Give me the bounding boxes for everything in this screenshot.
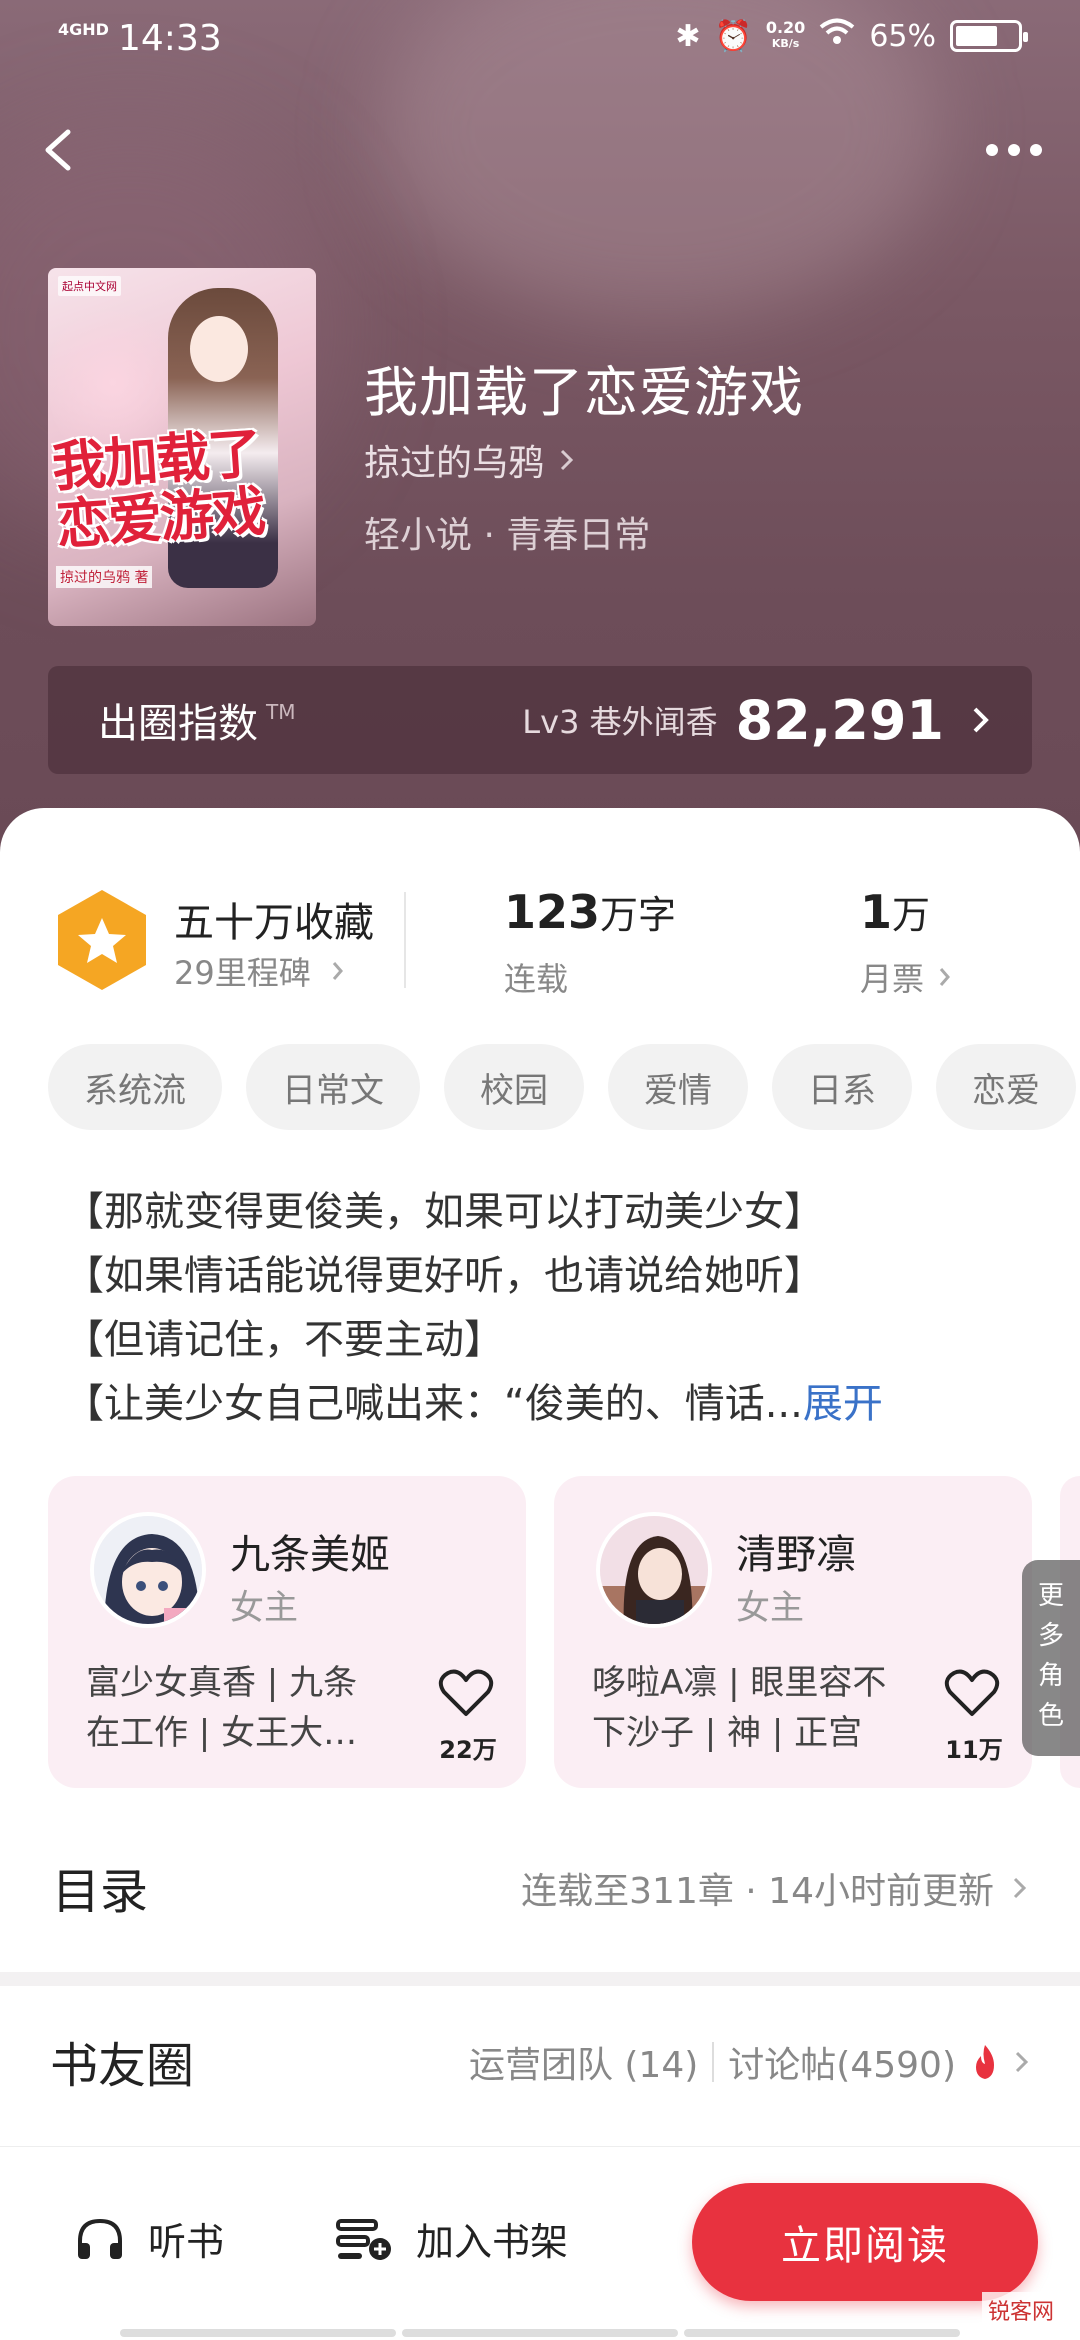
like-count: 11万 [945,1736,1003,1764]
character-role: 女主 [736,1588,804,1628]
tag-chip[interactable]: 校园 [444,1044,584,1130]
tag-chip[interactable]: 恋爱 [936,1044,1076,1130]
status-bar: 4GHD 14:33 ✱ ⏰ 0.20 KB/s 65% [0,0,1080,84]
operation-team-link[interactable]: 运营团队 (14) [469,2036,698,2088]
wifi-icon [819,18,855,54]
tag-chip[interactable]: 日常文 [246,1044,420,1130]
cover-author: 掠过的乌鸦 著 [56,566,153,588]
cover-title: 我加载了 恋爱游戏 [50,421,266,557]
book-friends-circle[interactable]: 书友圈 运营团队 (14) 讨论帖(4590) [0,1986,1080,2146]
trademark-mark: TM [266,700,296,724]
heart-icon[interactable] [438,1668,494,1718]
discussion-posts-link[interactable]: 讨论帖(4590) [728,2036,956,2088]
milestone-link[interactable]: 29里程碑 [174,948,345,994]
status-time: 14:33 [118,18,222,59]
cover-logo: 起点中文网 [58,276,121,296]
avatar [596,1512,712,1628]
battery-percent: 65% [869,18,936,54]
milestone-badge-icon [54,888,150,992]
character-name: 清野凛 [736,1532,856,1578]
catalog-title: 目录 [52,1864,149,1920]
alarm-icon: ⏰ [714,18,752,54]
back-button[interactable] [30,120,90,180]
more-characters-button[interactable]: 更多角色 [1022,1560,1080,1756]
listen-button[interactable]: 听书 [74,2211,224,2266]
more-options-button[interactable] [978,130,1050,170]
book-category: 轻小说 · 青春日常 [364,515,651,556]
chevron-right-icon [332,962,343,980]
avatar [90,1512,206,1628]
tag-chip[interactable]: 爱情 [608,1044,748,1130]
tag-list: 系统流 日常文 校园 爱情 日系 恋爱 [48,1044,1080,1132]
word-count: 123万字 [504,885,677,939]
character-description: 哆啦A凛 | 眼里容不下沙子 | 神 | 正宫 [592,1663,887,1753]
serial-status: 连载 [504,960,569,998]
book-description: 【那就变得更俊美，如果可以打动美少女】 【如果情话能说得更好听，也请说给她听】 … [64,1189,883,1427]
add-to-shelf-button[interactable]: 加入书架 [334,2211,568,2266]
circle-title: 书友圈 [50,2038,195,2094]
network-indicator: 4GHD [58,20,109,39]
expand-link[interactable]: 展开 [803,1381,883,1427]
author-link[interactable]: 掠过的乌鸦 [364,434,576,486]
stats-row: 五十万收藏 29里程碑 123万字 连载 1万 月票 [0,868,1080,998]
tag-chip[interactable]: 日系 [772,1044,912,1130]
monthly-ticket-count: 1万 [860,885,931,939]
gesture-bar [120,2329,960,2337]
book-header: 4GHD 14:33 ✱ ⏰ 0.20 KB/s 65% 起点中文网 我加载了 [0,0,1080,860]
tag-chip[interactable]: 系统流 [48,1044,222,1130]
collection-milestone: 五十万收藏 [174,900,374,946]
like-count: 22万 [439,1736,497,1764]
monthly-ticket-link[interactable]: 月票 [860,954,952,1000]
watermark: 锐客网 [981,2292,1060,2328]
chevron-right-icon [973,707,989,733]
chevron-right-icon [1015,2051,1029,2073]
character-card[interactable]: 九条美姬 女主 富少女真香 | 九条在工作 | 女王大… 22万 [48,1476,526,1788]
bluetooth-icon: ✱ [675,18,701,54]
catalog-status: 连载至311章 · 14小时前更新 [521,1871,994,1912]
character-role: 女主 [230,1588,298,1628]
chevron-right-icon [560,449,574,471]
heart-icon[interactable] [944,1668,1000,1718]
book-detail-card: 五十万收藏 29里程碑 123万字 连载 1万 月票 系统流 日常文 校园 爱情… [0,808,1080,1972]
index-level: Lv3 巷外闻香 [522,703,718,741]
network-speed: 0.20 KB/s [765,18,806,51]
book-title: 我加载了恋爱游戏 [364,361,804,424]
book-cover[interactable]: 起点中文网 我加载了 恋爱游戏 掠过的乌鸦 著 [48,268,316,626]
battery-icon [950,20,1028,52]
character-list: 九条美姬 女主 富少女真香 | 九条在工作 | 女王大… 22万 清野凛 女主 … [48,1476,1080,1788]
character-name: 九条美姬 [230,1532,390,1578]
index-label: 出圈指数 [98,701,258,747]
headphones-icon [78,2218,122,2259]
read-now-button[interactable]: 立即阅读 [692,2183,1038,2301]
chevron-right-icon [1013,1877,1027,1899]
chevron-right-icon [939,968,951,986]
add-shelf-icon [336,2218,391,2260]
character-description: 富少女真香 | 九条在工作 | 女王大… [86,1663,358,1753]
catalog-row[interactable]: 目录 连载至311章 · 14小时前更新 [0,1818,1080,1938]
fire-icon [976,2045,994,2079]
character-card[interactable]: 清野凛 女主 哆啦A凛 | 眼里容不下沙子 | 神 | 正宫 11万 [554,1476,1032,1788]
index-value: 82,291 [735,688,944,752]
bottom-action-bar: 听书 加入书架 立即阅读 锐客网 [0,2146,1080,2340]
popularity-index-bar[interactable]: 出圈指数 TM Lv3 巷外闻香 82,291 [48,666,1032,774]
